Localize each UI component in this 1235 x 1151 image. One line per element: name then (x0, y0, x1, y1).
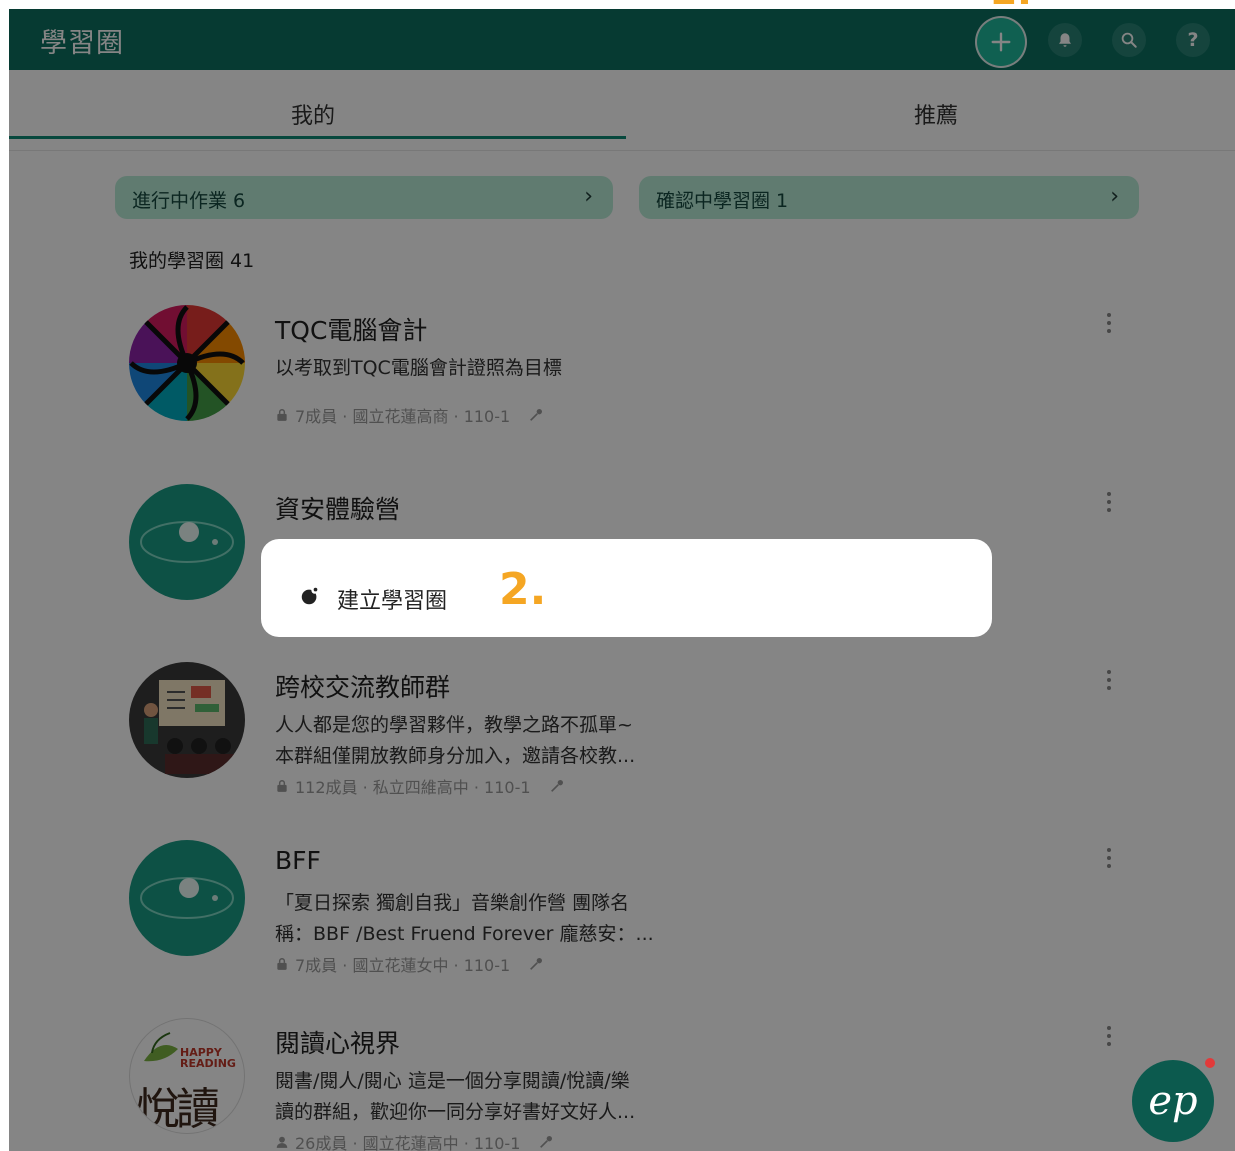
step-marker-1: 1. (989, 0, 1032, 14)
app-frame: 學習圈 ? 我的 推薦 進行中作業 6 › 確認中學習圈 1 › 我的學習圈 4… (9, 9, 1235, 1151)
planet-icon (301, 587, 318, 605)
assistant-fab[interactable]: ep (1132, 1060, 1214, 1142)
create-circle-option[interactable]: 建立學習圈 (337, 583, 447, 615)
step-marker-2: 2. (499, 564, 547, 615)
create-menu: 建立學習圈 (261, 539, 992, 637)
ep-logo-icon: ep (1148, 1078, 1198, 1124)
notification-dot (1205, 1058, 1215, 1068)
